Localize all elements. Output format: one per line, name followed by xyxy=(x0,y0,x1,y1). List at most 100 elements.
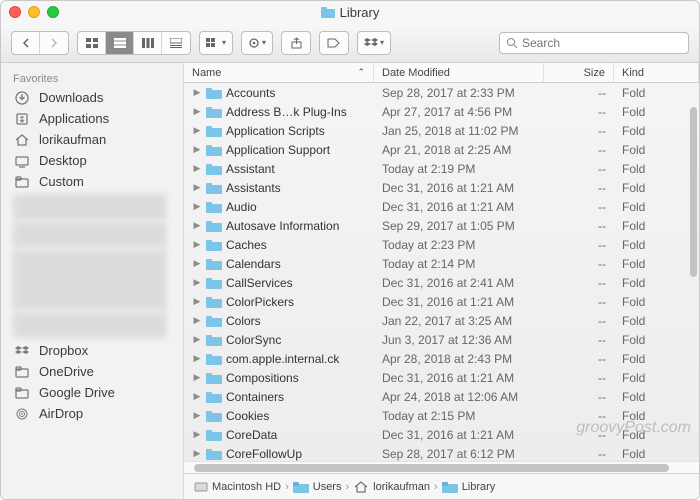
folder-icon xyxy=(206,334,222,346)
sidebar-item-airdrop[interactable]: AirDrop xyxy=(1,403,183,424)
home-icon xyxy=(353,480,369,494)
sidebar-item-onedrive[interactable]: OneDrive xyxy=(1,361,183,382)
table-row[interactable]: ▶AudioDec 31, 2016 at 1:21 AM--Fold xyxy=(184,197,699,216)
cell-size: -- xyxy=(544,371,614,385)
table-row[interactable]: ▶AssistantToday at 2:19 PM--Fold xyxy=(184,159,699,178)
disclosure-triangle-icon[interactable]: ▶ xyxy=(192,182,202,193)
rows[interactable]: ▶AccountsSep 28, 2017 at 2:33 PM--Fold▶A… xyxy=(184,83,699,461)
table-row[interactable]: ▶CoreFollowUpSep 28, 2017 at 6:12 PM--Fo… xyxy=(184,444,699,461)
disclosure-triangle-icon[interactable]: ▶ xyxy=(192,258,202,269)
column-name[interactable]: Name⌃ xyxy=(184,63,374,82)
dropbox-button[interactable]: ▾ xyxy=(358,32,390,54)
disclosure-triangle-icon[interactable]: ▶ xyxy=(192,201,202,212)
blurred-sidebar-item[interactable] xyxy=(13,312,167,338)
folder-icon xyxy=(13,175,31,189)
table-row[interactable]: ▶Autosave InformationSep 29, 2017 at 1:0… xyxy=(184,216,699,235)
arrange-button[interactable]: ▾ xyxy=(200,32,232,54)
sidebar-item-downloads[interactable]: Downloads xyxy=(1,87,183,108)
disclosure-triangle-icon[interactable]: ▶ xyxy=(192,448,202,459)
cell-kind: Fold xyxy=(614,295,699,309)
share-button[interactable] xyxy=(282,32,310,54)
cell-kind: Fold xyxy=(614,105,699,119)
blurred-sidebar-item[interactable] xyxy=(13,250,167,310)
column-size[interactable]: Size xyxy=(544,63,614,82)
file-name: ColorSync xyxy=(226,333,281,347)
table-row[interactable]: ▶CoreDataDec 31, 2016 at 1:21 AM--Fold xyxy=(184,425,699,444)
table-row[interactable]: ▶AccountsSep 28, 2017 at 2:33 PM--Fold xyxy=(184,83,699,102)
cell-date: Today at 2:14 PM xyxy=(374,257,544,271)
table-row[interactable]: ▶Application ScriptsJan 25, 2018 at 11:0… xyxy=(184,121,699,140)
sidebar-item-label: AirDrop xyxy=(39,406,83,421)
disclosure-triangle-icon[interactable]: ▶ xyxy=(192,163,202,174)
folder-icon xyxy=(206,144,222,156)
action-button[interactable]: ▾ xyxy=(242,32,272,54)
file-name: Audio xyxy=(226,200,257,214)
cell-size: -- xyxy=(544,124,614,138)
view-icon-button[interactable] xyxy=(78,32,106,54)
tags-button[interactable] xyxy=(320,32,348,54)
titlebar[interactable]: Library xyxy=(1,1,699,23)
disclosure-triangle-icon[interactable]: ▶ xyxy=(192,87,202,98)
table-row[interactable]: ▶CompositionsDec 31, 2016 at 1:21 AM--Fo… xyxy=(184,368,699,387)
search-input[interactable] xyxy=(522,36,682,50)
disclosure-triangle-icon[interactable]: ▶ xyxy=(192,410,202,421)
table-row[interactable]: ▶AssistantsDec 31, 2016 at 1:21 AM--Fold xyxy=(184,178,699,197)
disclosure-triangle-icon[interactable]: ▶ xyxy=(192,334,202,345)
sidebar-item-desktop[interactable]: Desktop xyxy=(1,150,183,171)
folder-icon xyxy=(206,277,222,289)
disclosure-triangle-icon[interactable]: ▶ xyxy=(192,106,202,117)
disclosure-triangle-icon[interactable]: ▶ xyxy=(192,372,202,383)
cell-name: ▶ ColorSync xyxy=(184,333,374,347)
table-row[interactable]: ▶ColorPickersDec 31, 2016 at 1:21 AM--Fo… xyxy=(184,292,699,311)
table-row[interactable]: ▶ContainersApr 24, 2018 at 12:06 AM--Fol… xyxy=(184,387,699,406)
disclosure-triangle-icon[interactable]: ▶ xyxy=(192,353,202,364)
column-date[interactable]: Date Modified xyxy=(374,63,544,82)
cell-kind: Fold xyxy=(614,238,699,252)
table-row[interactable]: ▶CookiesToday at 2:15 PM--Fold xyxy=(184,406,699,425)
horizontal-scrollbar-track[interactable] xyxy=(184,461,699,473)
forward-button[interactable] xyxy=(40,32,68,54)
search-field[interactable] xyxy=(499,32,689,54)
column-kind[interactable]: Kind xyxy=(614,63,699,82)
back-button[interactable] xyxy=(12,32,40,54)
table-row[interactable]: ▶CachesToday at 2:23 PM--Fold xyxy=(184,235,699,254)
breadcrumb-label: lorikaufman xyxy=(373,481,430,493)
disclosure-triangle-icon[interactable]: ▶ xyxy=(192,220,202,231)
disclosure-triangle-icon[interactable]: ▶ xyxy=(192,239,202,250)
disclosure-triangle-icon[interactable]: ▶ xyxy=(192,296,202,307)
table-row[interactable]: ▶ColorSyncJun 3, 2017 at 12:36 AM--Fold xyxy=(184,330,699,349)
sidebar-item-lorikaufman[interactable]: lorikaufman xyxy=(1,129,183,150)
blurred-sidebar-item[interactable] xyxy=(13,194,167,220)
view-column-button[interactable] xyxy=(134,32,162,54)
folder-icon xyxy=(206,163,222,175)
breadcrumb[interactable]: Library xyxy=(442,481,496,493)
breadcrumb[interactable]: Users xyxy=(293,481,342,493)
table-row[interactable]: ▶Application SupportApr 21, 2018 at 2:25… xyxy=(184,140,699,159)
view-list-button[interactable] xyxy=(106,32,134,54)
disclosure-triangle-icon[interactable]: ▶ xyxy=(192,315,202,326)
disclosure-triangle-icon[interactable]: ▶ xyxy=(192,277,202,288)
cell-date: Dec 31, 2016 at 1:21 AM xyxy=(374,295,544,309)
table-row[interactable]: ▶ColorsJan 22, 2017 at 3:25 AM--Fold xyxy=(184,311,699,330)
sidebar-item-applications[interactable]: Applications xyxy=(1,108,183,129)
table-row[interactable]: ▶CallServicesDec 31, 2016 at 2:41 AM--Fo… xyxy=(184,273,699,292)
view-coverflow-button[interactable] xyxy=(162,32,190,54)
table-row[interactable]: ▶Address B…k Plug-InsApr 27, 2017 at 4:5… xyxy=(184,102,699,121)
table-row[interactable]: ▶CalendarsToday at 2:14 PM--Fold xyxy=(184,254,699,273)
disclosure-triangle-icon[interactable]: ▶ xyxy=(192,144,202,155)
sidebar-item-dropbox[interactable]: Dropbox xyxy=(1,340,183,361)
disclosure-triangle-icon[interactable]: ▶ xyxy=(192,429,202,440)
breadcrumb[interactable]: lorikaufman xyxy=(353,480,430,494)
breadcrumb[interactable]: Macintosh HD xyxy=(194,481,281,493)
folder-icon xyxy=(13,365,31,379)
vertical-scrollbar[interactable] xyxy=(690,107,697,277)
blurred-sidebar-item[interactable] xyxy=(13,222,167,248)
cell-size: -- xyxy=(544,276,614,290)
sidebar-item-custom[interactable]: Custom xyxy=(1,171,183,192)
horizontal-scrollbar-thumb[interactable] xyxy=(194,464,669,472)
disclosure-triangle-icon[interactable]: ▶ xyxy=(192,125,202,136)
sidebar-item-google-drive[interactable]: Google Drive xyxy=(1,382,183,403)
disclosure-triangle-icon[interactable]: ▶ xyxy=(192,391,202,402)
view-switch xyxy=(77,31,191,55)
table-row[interactable]: ▶com.apple.internal.ckApr 28, 2018 at 2:… xyxy=(184,349,699,368)
